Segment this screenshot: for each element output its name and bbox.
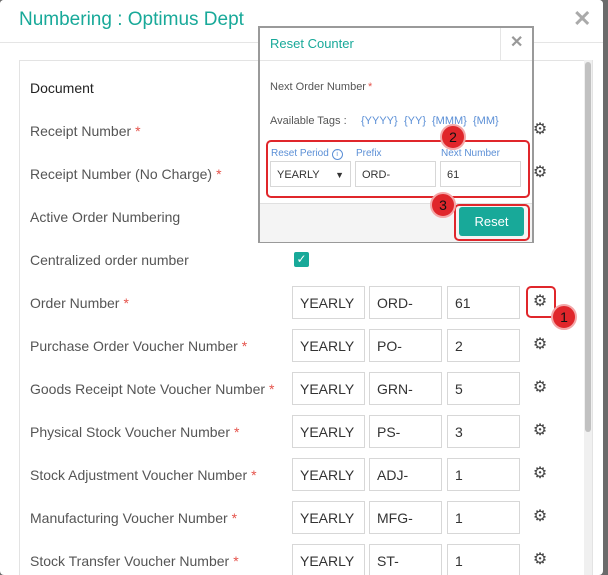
- po-next[interactable]: 2: [447, 329, 520, 362]
- popup-header-divider: [500, 28, 501, 60]
- row-label-purchase-order: Purchase Order Voucher Number *: [30, 338, 248, 354]
- order-number-period[interactable]: YEARLY: [292, 286, 365, 319]
- row-label-active-order-numbering: Active Order Numbering: [30, 209, 181, 225]
- row-label-physical-stock: Physical Stock Voucher Number *: [30, 424, 240, 440]
- st-next[interactable]: 1: [447, 544, 520, 575]
- gear-icon[interactable]: ⚙: [531, 551, 549, 569]
- ps-period[interactable]: YEARLY: [292, 415, 365, 448]
- row-label-manufacturing: Manufacturing Voucher Number *: [30, 510, 238, 526]
- annotation-badge-1: 1: [551, 304, 577, 330]
- annotation-box-reset: [454, 204, 530, 241]
- modal-title: Numbering : Optimus Dept: [19, 9, 244, 30]
- popup-header: Reset Counter ✕: [260, 28, 532, 61]
- po-prefix[interactable]: PO-: [369, 329, 442, 362]
- grn-next[interactable]: 5: [447, 372, 520, 405]
- row-label-receipt-number-no-charge: Receipt Number (No Charge) *: [30, 166, 222, 182]
- close-icon[interactable]: ✕: [573, 6, 591, 32]
- gear-icon[interactable]: ⚙: [531, 379, 549, 397]
- centralized-order-checkbox[interactable]: ✓: [294, 252, 309, 267]
- row-label-stock-adjustment: Stock Adjustment Voucher Number *: [30, 467, 257, 483]
- available-tags-label: Available Tags :: [270, 115, 347, 127]
- ps-next[interactable]: 3: [447, 415, 520, 448]
- scrollbar-thumb[interactable]: [585, 62, 591, 432]
- mfg-next[interactable]: 1: [447, 501, 520, 534]
- mfg-period[interactable]: YEARLY: [292, 501, 365, 534]
- row-label-goods-receipt-note: Goods Receipt Note Voucher Number *: [30, 381, 275, 397]
- gear-icon[interactable]: ⚙: [531, 508, 549, 526]
- tag-mm[interactable]: {MM}: [473, 115, 499, 127]
- annotation-box-fields: [266, 140, 530, 198]
- adj-period[interactable]: YEARLY: [292, 458, 365, 491]
- annotation-badge-2: 2: [440, 124, 466, 150]
- next-order-number-label: Next Order Number *: [270, 81, 373, 93]
- row-label-receipt-number: Receipt Number *: [30, 123, 141, 139]
- tag-yyyy[interactable]: {YYYY}: [361, 115, 398, 127]
- gear-icon[interactable]: ⚙: [531, 336, 549, 354]
- mfg-prefix[interactable]: MFG-: [369, 501, 442, 534]
- ps-prefix[interactable]: PS-: [369, 415, 442, 448]
- order-number-prefix[interactable]: ORD-: [369, 286, 442, 319]
- row-label-stock-transfer: Stock Transfer Voucher Number *: [30, 553, 239, 569]
- st-period[interactable]: YEARLY: [292, 544, 365, 575]
- document-heading: Document: [30, 80, 94, 96]
- row-label-centralized-order-number: Centralized order number: [30, 252, 189, 268]
- po-period[interactable]: YEARLY: [292, 329, 365, 362]
- grn-prefix[interactable]: GRN-: [369, 372, 442, 405]
- grn-period[interactable]: YEARLY: [292, 372, 365, 405]
- popup-title: Reset Counter: [270, 36, 354, 51]
- annotation-badge-3: 3: [430, 192, 456, 218]
- st-prefix[interactable]: ST-: [369, 544, 442, 575]
- adj-prefix[interactable]: ADJ-: [369, 458, 442, 491]
- gear-icon[interactable]: ⚙: [531, 465, 549, 483]
- row-label-order-number: Order Number *: [30, 295, 129, 311]
- tag-yy[interactable]: {YY}: [404, 115, 426, 127]
- order-number-next[interactable]: 61: [447, 286, 520, 319]
- close-icon[interactable]: ✕: [510, 32, 523, 52]
- adj-next[interactable]: 1: [447, 458, 520, 491]
- gear-icon[interactable]: ⚙: [531, 422, 549, 440]
